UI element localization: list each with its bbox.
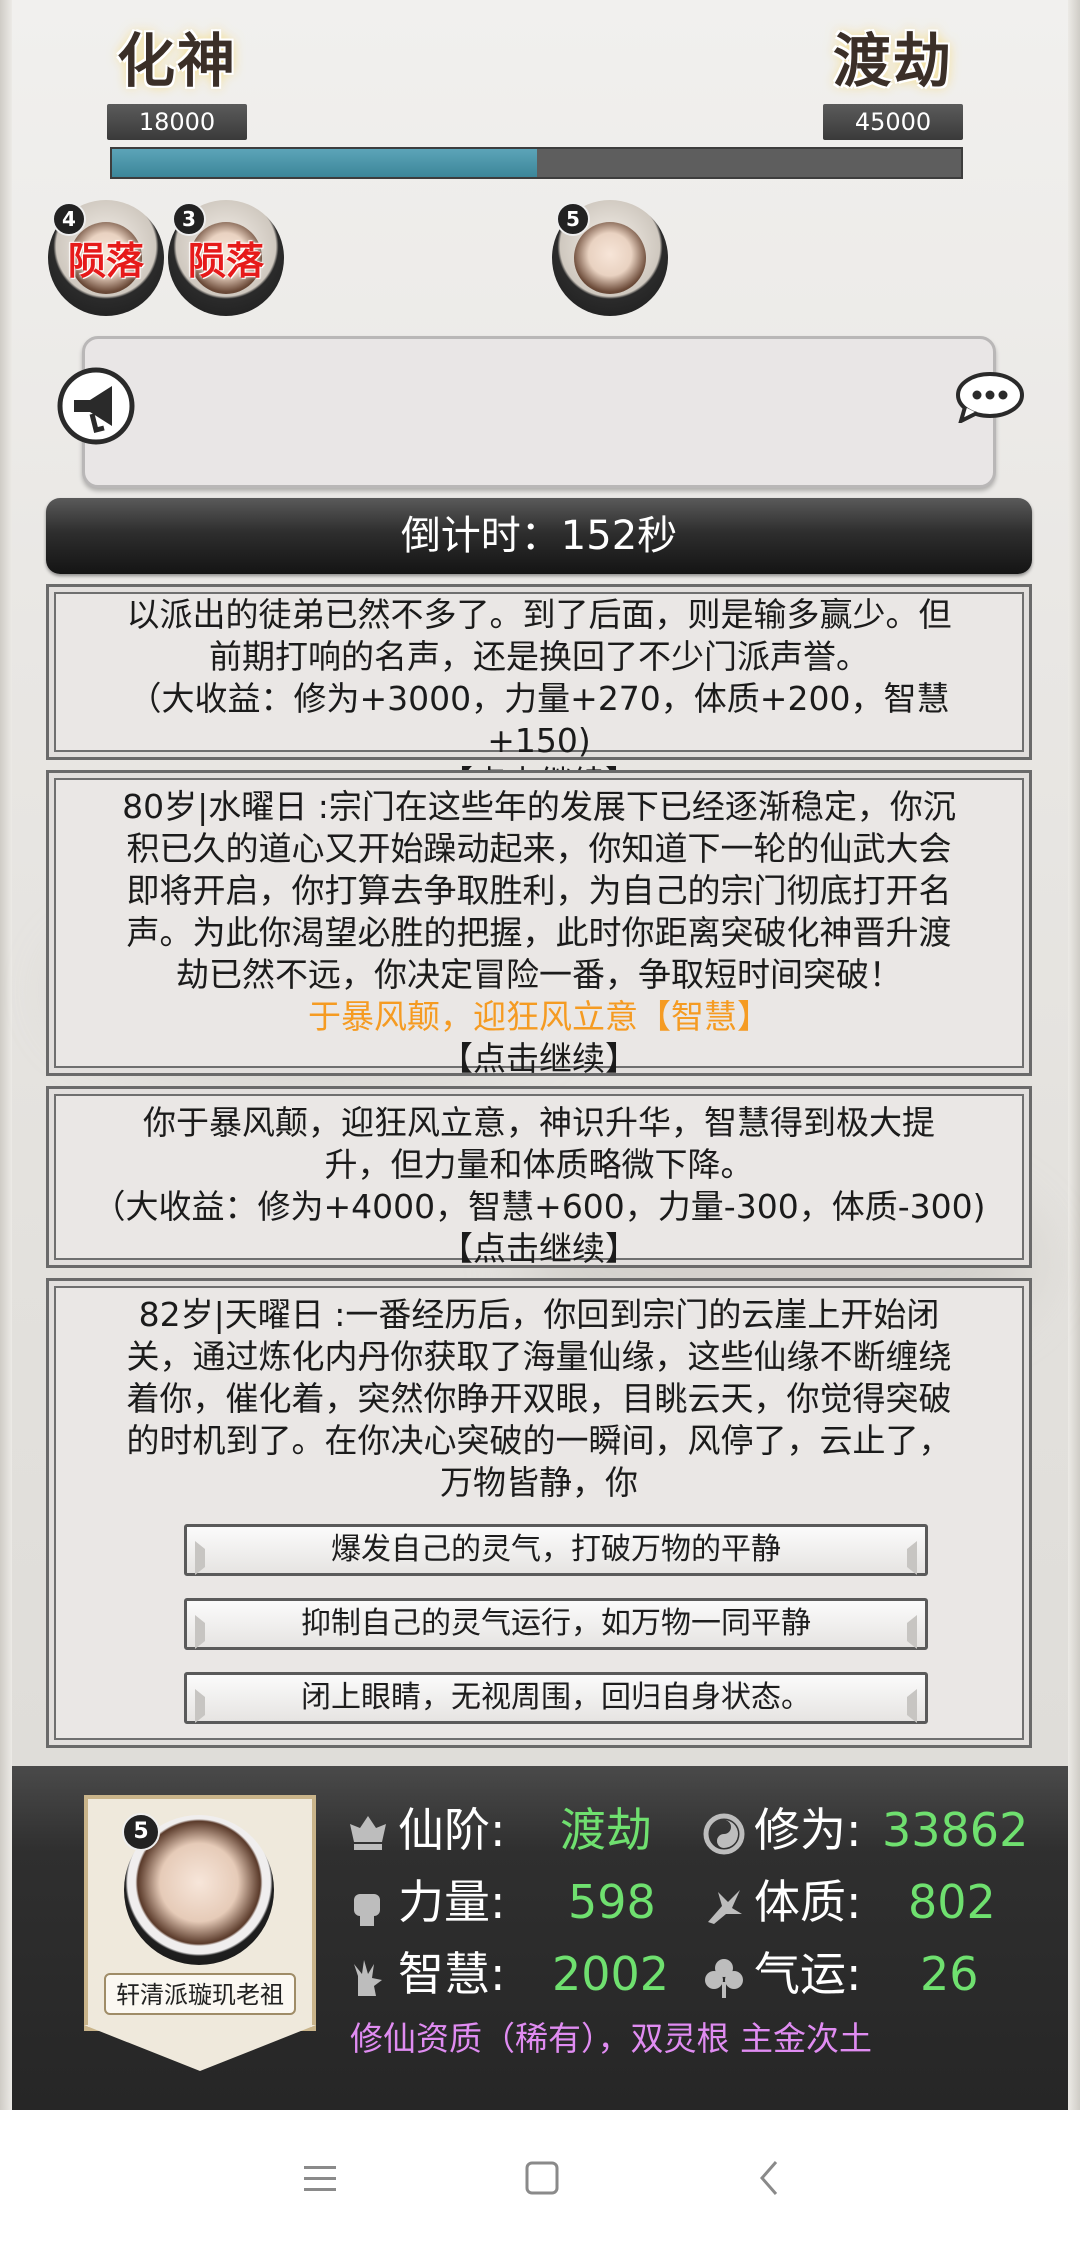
option-button[interactable]: 抑制自己的灵气运行，如万物一同平静 — [184, 1598, 928, 1650]
stat-value: 598 — [568, 1875, 656, 1929]
back-icon[interactable] — [742, 2150, 798, 2206]
stat-value: 2002 — [552, 1947, 670, 2001]
left-edge-decoration — [0, 0, 12, 2110]
message-box[interactable] — [82, 336, 996, 488]
luck-icon — [705, 1958, 743, 1998]
event-line: 积已久的道心又开始躁动起来，你知道下一轮的仙武大会 — [126, 829, 952, 868]
event-line: 你于暴风颠，迎狂风立意，神识升华，智慧得到极大提 — [143, 1103, 935, 1142]
wisdom-icon — [354, 1959, 382, 1996]
progress-fill — [112, 149, 537, 177]
continue-prompt[interactable]: 【点击继续】 — [78, 1038, 1000, 1080]
stat-label: 修为: — [754, 1803, 862, 1857]
home-icon[interactable] — [514, 2150, 570, 2206]
event-text: 你于暴风颠，迎狂风立意，神识升华，智慧得到极大提 升，但力量和体质略微下降。 （… — [56, 1096, 1022, 1270]
event-line: 以派出的徒弟已然不多了。到了后面，则是输多赢少。但 — [126, 595, 952, 634]
current-realm-value: 18000 — [107, 104, 247, 140]
event-line: 前期打响的名声，还是换回了不少门派声誉。 — [209, 637, 869, 676]
disciple-avatar[interactable]: 4 陨落 — [48, 200, 164, 316]
event-line: 升，但力量和体质略微下降。 — [324, 1145, 754, 1184]
stat-label: 力量: — [398, 1875, 506, 1929]
event-line: 关，通过炼化内丹你获取了海量仙缘，这些仙缘不断缠绕 — [126, 1337, 952, 1376]
stat-value: 33862 — [882, 1803, 1029, 1857]
stat-label: 体质: — [754, 1875, 862, 1929]
chosen-option: 于暴风颠，迎狂风立意【智慧】 — [308, 997, 770, 1036]
event-text: 80岁|水曜日 :宗门在这些年的发展下已经逐渐稳定，你沉 积已久的道心又开始躁动… — [56, 780, 1022, 1080]
stat-value: 26 — [920, 1947, 979, 2001]
stat-luck: 气运: — [702, 1944, 862, 2004]
game-screen: 化神 18000 渡劫 45000 4 陨落 3 陨落 5 倒计时：152秒 以… — [0, 0, 1080, 2110]
event-card-inner: 以派出的徒弟已然不多了。到了后面，则是输多赢少。但 前期打响的名声，还是换回了不… — [54, 592, 1024, 802]
character-level-badge: 5 — [122, 1813, 160, 1851]
option-button[interactable]: 闭上眼睛，无视周围，回归自身状态。 — [184, 1672, 928, 1724]
continue-prompt[interactable]: 【点击继续】 — [78, 1228, 1000, 1270]
disciple-avatar[interactable]: 5 — [552, 200, 668, 316]
event-card: 82岁|天曜日 :一番经历后，你回到宗门的云崖上开始闭 关，通过炼化内丹你获取了… — [46, 1278, 1032, 1748]
option-button[interactable]: 爆发自己的灵气，打破万物的平静 — [184, 1524, 928, 1576]
current-realm: 化神 18000 — [107, 14, 247, 140]
character-title: 轩清派璇玑老祖 — [104, 1973, 296, 2015]
stat-rank: 仙阶: — [346, 1800, 506, 1860]
fist-icon — [354, 1893, 380, 1926]
stat-label: 仙阶: — [398, 1803, 506, 1857]
plaque-tip — [84, 2025, 316, 2071]
character-plaque[interactable]: 5 轩清派璇玑老祖 — [84, 1795, 316, 2071]
next-realm-name: 渡劫 — [832, 27, 953, 95]
menu-icon[interactable] — [292, 2150, 348, 2206]
stat-label: 气运: — [754, 1947, 862, 2001]
cultivation-icon — [703, 1813, 745, 1854]
event-text: 82岁|天曜日 :一番经历后，你回到宗门的云崖上开始闭 关，通过炼化内丹你获取了… — [56, 1288, 1022, 1504]
current-realm-name: 化神 — [116, 27, 237, 95]
event-line: 82岁|天曜日 :一番经历后，你回到宗门的云崖上开始闭 — [138, 1295, 940, 1334]
countdown-timer: 倒计时：152秒 — [46, 498, 1032, 574]
right-edge-decoration — [1068, 0, 1080, 2110]
event-line: （大收益：修为+3000，力量+270，体质+200，智慧+150) — [128, 679, 950, 760]
event-card[interactable]: 你于暴风颠，迎狂风立意，神识升华，智慧得到极大提 升，但力量和体质略微下降。 （… — [46, 1086, 1032, 1268]
event-card[interactable]: 以派出的徒弟已然不多了。到了后面，则是输多赢少。但 前期打响的名声，还是换回了不… — [46, 584, 1032, 802]
event-card[interactable]: 80岁|水曜日 :宗门在这些年的发展下已经逐渐稳定，你沉 积已久的道心又开始躁动… — [46, 770, 1032, 1078]
event-line: 的时机到了。在你决心突破的一瞬间，风停了，云止了， — [126, 1421, 952, 1460]
event-card-inner: 80岁|水曜日 :宗门在这些年的发展下已经逐渐稳定，你沉 积已久的道心又开始躁动… — [54, 778, 1024, 1078]
avatar-portrait — [574, 222, 646, 294]
event-line: 万物皆静，你 — [440, 1463, 638, 1502]
stat-wisdom: 智慧: — [346, 1944, 506, 2004]
event-card-inner: 你于暴风颠，迎狂风立意，神识升华，智慧得到极大提 升，但力量和体质略微下降。 （… — [54, 1094, 1024, 1268]
disciple-avatar[interactable]: 3 陨落 — [168, 200, 284, 316]
next-realm: 渡劫 45000 — [823, 14, 963, 140]
fallen-label: 陨落 — [67, 239, 144, 283]
event-line: 劫已然不远，你决定冒险一番，争取短时间突破！ — [176, 955, 902, 994]
body-icon — [708, 1889, 742, 1924]
system-nav-bar — [0, 2110, 1080, 2244]
aptitude-text: 修仙资质（稀有），双灵根 主金次土 — [350, 2019, 872, 2058]
event-line: 声。为此你渴望必胜的把握，此时你距离突破化神晋升渡 — [126, 913, 952, 952]
rank-icon — [350, 1815, 386, 1850]
stat-label: 智慧: — [398, 1947, 506, 2001]
announcement-horn-icon[interactable] — [56, 366, 136, 446]
fallen-label: 陨落 — [187, 239, 264, 283]
event-line: （大收益：修为+4000，智慧+600，力量-300，体质-300) — [92, 1187, 986, 1226]
stat-value: 渡劫 — [560, 1803, 652, 1857]
stat-value: 802 — [908, 1875, 996, 1929]
stat-constitution: 体质: — [702, 1872, 862, 1932]
stat-cultivation: 修为: — [702, 1800, 862, 1860]
event-card-inner: 82岁|天曜日 :一番经历后，你回到宗门的云崖上开始闭 关，通过炼化内丹你获取了… — [54, 1286, 1024, 1740]
avatar-level-badge: 5 — [556, 202, 590, 236]
chat-bubble-icon[interactable] — [955, 371, 1025, 423]
cultivation-progress-bar — [110, 147, 963, 179]
next-realm-value: 45000 — [823, 104, 963, 140]
event-line: 即将开启，你打算去争取胜利，为自己的宗门彻底打开名 — [126, 871, 952, 910]
event-line: 80岁|水曜日 :宗门在这些年的发展下已经逐渐稳定，你沉 — [122, 787, 956, 826]
event-line: 着你，催化着，突然你睁开双眼，目眺云天，你觉得突破 — [126, 1379, 952, 1418]
stat-strength: 力量: — [346, 1872, 506, 1932]
